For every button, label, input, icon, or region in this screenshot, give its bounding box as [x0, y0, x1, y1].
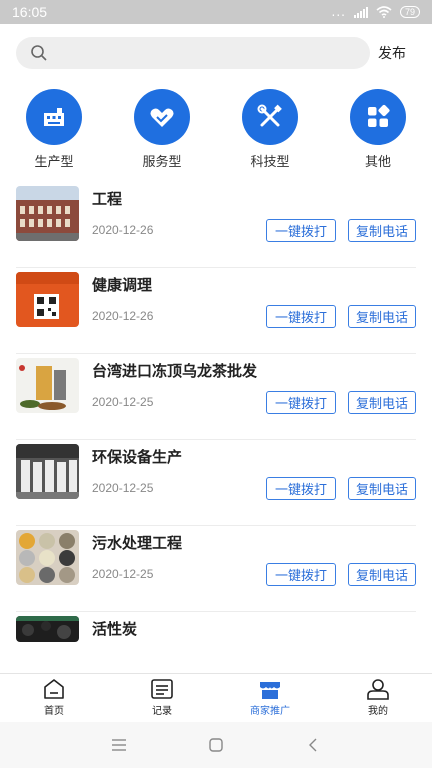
category-label: 其他	[364, 155, 391, 170]
heart-hands-icon	[134, 89, 190, 145]
category-label: 服务型	[142, 155, 182, 170]
grid-icon	[350, 89, 406, 145]
category-label: 生产型	[34, 155, 74, 170]
search-input[interactable]	[56, 45, 356, 61]
nav-label: 记录	[152, 705, 172, 717]
thumbnail-image	[16, 530, 79, 585]
nav-label: 商家推广	[250, 705, 290, 717]
tools-icon	[242, 89, 298, 145]
thumbnail-image	[16, 186, 79, 241]
nav-label: 首页	[44, 705, 64, 717]
category-service[interactable]: 服务型	[122, 89, 202, 170]
nav-label: 我的	[368, 705, 388, 717]
category-row: 生产型 服务型 科技型 其他	[0, 89, 432, 170]
thumbnail-image	[16, 358, 79, 413]
item-title: 台湾进口冻顶乌龙茶批发	[92, 362, 258, 380]
signal-icon	[353, 6, 368, 18]
item-title: 工程	[92, 190, 123, 208]
nav-merchant-promotion[interactable]: 商家推广	[216, 674, 324, 720]
call-button[interactable]: 一键拨打	[266, 563, 336, 586]
item-title: 活性炭	[92, 620, 138, 638]
copy-phone-button[interactable]: 复制电话	[348, 219, 416, 242]
shop-icon	[258, 678, 282, 700]
category-label: 科技型	[250, 155, 290, 170]
home-square-icon[interactable]	[201, 730, 231, 760]
publish-button[interactable]: 发布	[378, 43, 406, 63]
item-date: 2020-12-25	[92, 395, 154, 409]
wifi-icon	[376, 6, 392, 18]
status-bar: 16:05 ... 79	[0, 0, 432, 24]
home-icon	[42, 678, 66, 700]
item-date: 2020-12-25	[92, 567, 154, 581]
nav-home[interactable]: 首页	[0, 674, 108, 720]
nav-mine[interactable]: 我的	[324, 674, 432, 720]
back-icon[interactable]	[298, 730, 328, 760]
item-date: 2020-12-26	[92, 223, 154, 237]
call-button[interactable]: 一键拨打	[266, 305, 336, 328]
status-indicators: ... 79	[332, 5, 420, 19]
thumbnail-image	[16, 616, 79, 642]
call-button[interactable]: 一键拨打	[266, 391, 336, 414]
system-nav-bar	[0, 722, 432, 768]
copy-phone-button[interactable]: 复制电话	[348, 391, 416, 414]
call-button[interactable]: 一键拨打	[266, 219, 336, 242]
user-icon	[366, 678, 390, 700]
copy-phone-button[interactable]: 复制电话	[348, 477, 416, 500]
notification-dots: ...	[331, 5, 346, 19]
thumbnail-image	[16, 272, 79, 327]
list-item[interactable]: 环保设备生产 2020-12-25 一键拨打 复制电话	[16, 440, 416, 526]
thumbnail-image	[16, 444, 79, 499]
search-icon	[31, 45, 47, 61]
item-title: 环保设备生产	[92, 448, 183, 466]
list-item[interactable]: 台湾进口冻顶乌龙茶批发 2020-12-25 一键拨打 复制电话	[16, 354, 416, 440]
list-item[interactable]: 健康调理 2020-12-26 一键拨打 复制电话	[16, 268, 416, 354]
search-box[interactable]	[16, 37, 370, 69]
list-item[interactable]: 污水处理工程 2020-12-25 一键拨打 复制电话	[16, 526, 416, 612]
category-technology[interactable]: 科技型	[230, 89, 310, 170]
copy-phone-button[interactable]: 复制电话	[348, 305, 416, 328]
category-production[interactable]: 生产型	[14, 89, 94, 170]
category-other[interactable]: 其他	[338, 89, 418, 170]
status-time: 16:05	[12, 4, 48, 20]
item-date: 2020-12-26	[92, 309, 154, 323]
battery-icon: 79	[399, 6, 420, 18]
list-item[interactable]: 活性炭	[16, 612, 416, 672]
item-date: 2020-12-25	[92, 481, 154, 495]
nav-records[interactable]: 记录	[108, 674, 216, 720]
item-title: 健康调理	[92, 276, 153, 294]
item-title: 污水处理工程	[92, 534, 183, 552]
bottom-nav: 首页 记录 商家推广 我的	[0, 673, 432, 719]
factory-icon	[26, 89, 82, 145]
list-item[interactable]: 工程 2020-12-26 一键拨打 复制电话	[16, 182, 416, 268]
call-button[interactable]: 一键拨打	[266, 477, 336, 500]
menu-icon[interactable]	[104, 730, 134, 760]
copy-phone-button[interactable]: 复制电话	[348, 563, 416, 586]
search-row: 发布	[16, 37, 416, 69]
list-icon	[150, 678, 174, 700]
